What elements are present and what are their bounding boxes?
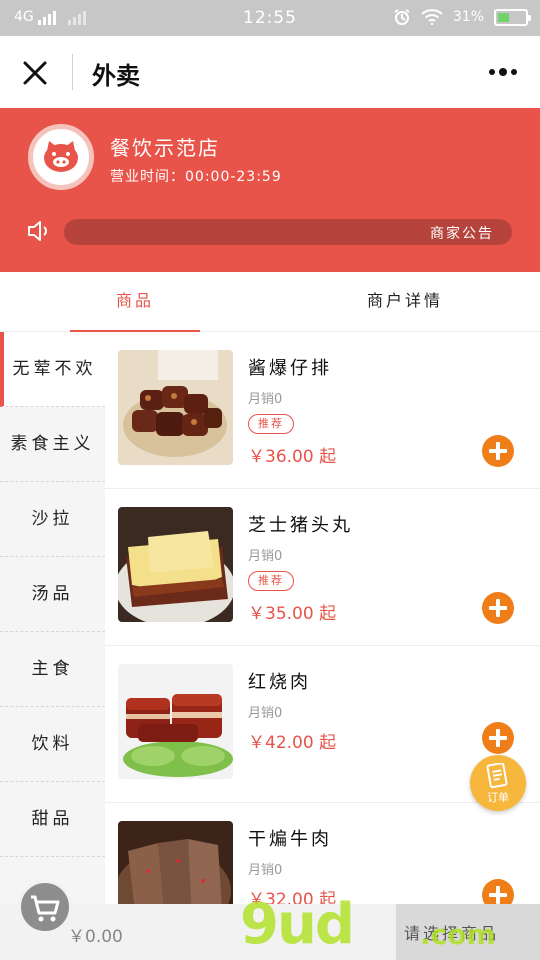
category-item[interactable]: 主食 — [0, 632, 105, 707]
item-name: 干煸牛肉 — [248, 829, 332, 850]
shop-name: 餐饮示范店 — [110, 136, 220, 160]
category-item[interactable]: 沙拉 — [0, 482, 105, 557]
category-item[interactable]: 甜品 — [0, 782, 105, 857]
add-to-cart-button[interactable] — [482, 722, 514, 754]
item-sales: 月销0 — [248, 392, 283, 407]
category-item[interactable]: 素食主义 — [0, 407, 105, 482]
add-to-cart-button[interactable] — [482, 435, 514, 467]
battery-percent: 31% — [452, 9, 484, 25]
food-image — [118, 350, 233, 465]
shop-header: 餐饮示范店 营业时间：00:00-23:59 商家公告 — [0, 108, 540, 272]
page-title: 外卖 — [92, 61, 140, 90]
food-image — [118, 821, 233, 904]
watermark-logo: 9ud — [240, 892, 355, 957]
battery-icon — [494, 8, 531, 26]
cart-total: ￥0.00 — [68, 927, 123, 947]
shop-hours: 营业时间：00:00-23:59 — [110, 169, 282, 185]
order-float-button[interactable]: 订单 — [470, 755, 526, 811]
item-price: ￥36.00 起 — [248, 447, 337, 467]
add-to-cart-button[interactable] — [482, 592, 514, 624]
goods-item[interactable]: 干煸牛肉 月销0 ￥32.00 起 — [105, 803, 540, 904]
add-to-cart-button[interactable] — [482, 879, 514, 904]
food-image — [118, 507, 233, 622]
nav-bar: 外卖 — [0, 36, 540, 108]
cart-button[interactable] — [18, 880, 72, 934]
pig-logo-icon — [44, 141, 78, 172]
order-list-icon — [486, 763, 508, 789]
category-item[interactable]: 无荤不欢 — [0, 332, 105, 407]
item-price: ￥42.00 起 — [248, 733, 337, 753]
category-item[interactable]: 汤品 — [0, 557, 105, 632]
item-name: 芝士猪头丸 — [248, 515, 353, 536]
recommend-tag: 推荐 — [248, 571, 294, 591]
item-sales: 月销0 — [248, 549, 283, 564]
category-sidebar: 无荤不欢 素食主义 沙拉 汤品 主食 饮料 甜品 — [0, 332, 105, 904]
item-sales: 月销0 — [248, 706, 283, 721]
more-icon[interactable] — [488, 66, 518, 78]
notice-bar[interactable]: 商家公告 — [64, 219, 512, 245]
speaker-icon — [28, 221, 47, 241]
shop-logo — [28, 124, 94, 190]
item-price: ￥35.00 起 — [248, 604, 337, 624]
tab-goods[interactable]: 商品 — [70, 272, 200, 332]
alarm-icon — [394, 9, 410, 25]
wifi-icon — [421, 9, 443, 25]
tab-bar: 商品 商户详情 — [0, 272, 540, 332]
recommend-tag: 推荐 — [248, 414, 294, 434]
goods-item[interactable]: 芝士猪头丸 月销0 推荐 ￥35.00 起 — [105, 489, 540, 646]
status-icons: 31% — [393, 8, 531, 26]
tab-shop-detail[interactable]: 商户详情 — [340, 272, 470, 332]
food-image — [118, 664, 233, 779]
order-label: 订单 — [487, 791, 509, 804]
goods-item[interactable]: 酱爆仔排 月销0 推荐 ￥36.00 起 — [105, 332, 540, 489]
notice-label: 商家公告 — [430, 226, 494, 242]
item-name: 酱爆仔排 — [248, 358, 332, 379]
item-sales: 月销0 — [248, 863, 283, 878]
goods-list: 酱爆仔排 月销0 推荐 ￥36.00 起 芝士猪头丸 月销0 推荐 ￥35.00… — [105, 332, 540, 904]
cart-icon — [31, 895, 60, 922]
category-item[interactable]: 饮料 — [0, 707, 105, 782]
close-icon[interactable] — [20, 58, 50, 88]
nav-divider — [72, 54, 73, 90]
watermark-suffix: .com — [420, 918, 496, 951]
status-bar: 4G 12:55 31% — [0, 0, 540, 36]
item-name: 红烧肉 — [248, 672, 311, 693]
